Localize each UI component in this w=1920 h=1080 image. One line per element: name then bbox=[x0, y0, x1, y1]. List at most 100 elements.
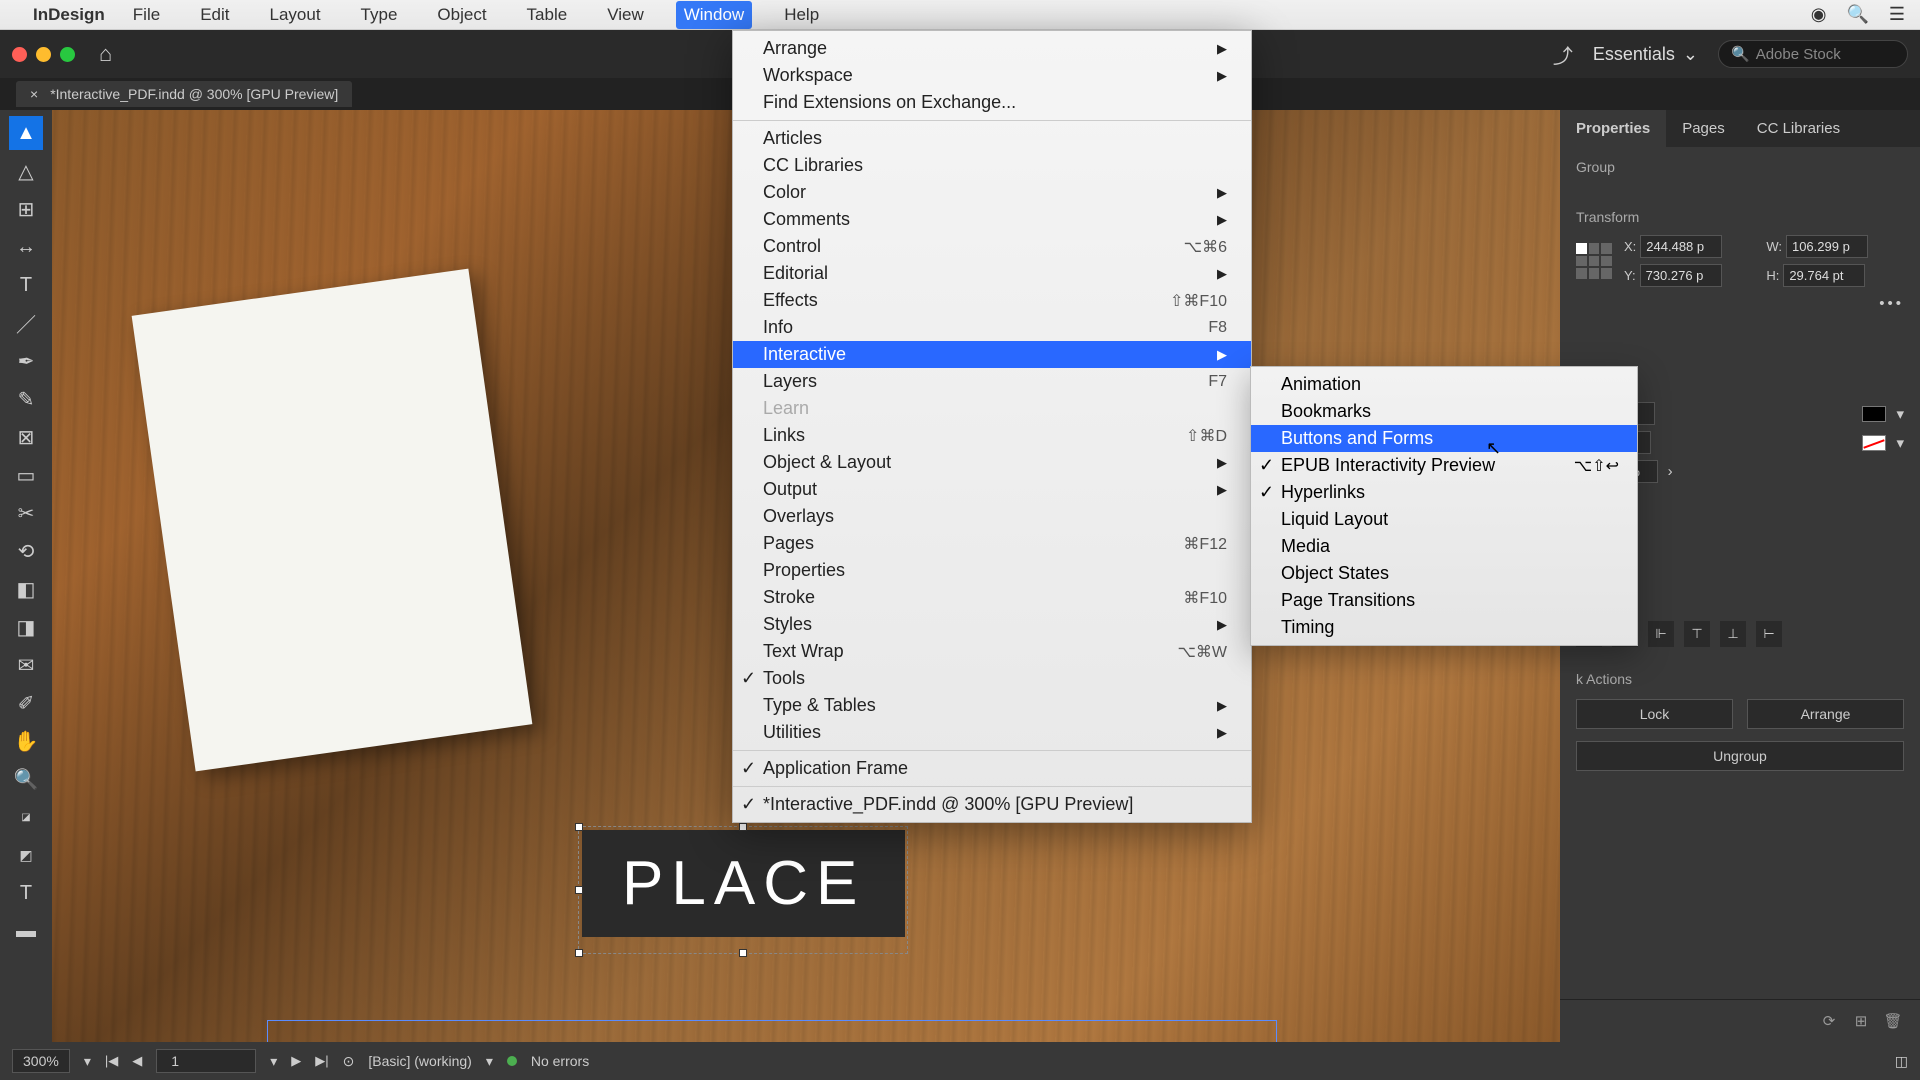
chevron-down-icon[interactable]: ▾ bbox=[84, 1053, 91, 1070]
menu-item-styles[interactable]: Styles▶ bbox=[733, 611, 1251, 638]
arrange-button[interactable]: Arrange bbox=[1747, 699, 1904, 729]
gap-tool[interactable]: ↔ bbox=[9, 230, 43, 264]
workspace-selector[interactable]: Essentials ⌄ bbox=[1593, 44, 1698, 65]
align-right[interactable]: ⊩ bbox=[1648, 621, 1674, 647]
close-window-icon[interactable] bbox=[12, 47, 27, 62]
stroke-color-swatch[interactable] bbox=[1862, 406, 1886, 422]
lock-button[interactable]: Lock bbox=[1576, 699, 1733, 729]
submenu-item-animation[interactable]: Animation bbox=[1251, 371, 1637, 398]
reference-point[interactable] bbox=[1576, 243, 1612, 279]
view-split-icon[interactable]: ◫ bbox=[1895, 1053, 1908, 1070]
menu-item-type-tables[interactable]: Type & Tables▶ bbox=[733, 692, 1251, 719]
h-field[interactable] bbox=[1783, 264, 1865, 287]
submenu-item-page-transitions[interactable]: Page Transitions bbox=[1251, 587, 1637, 614]
menu-item-control[interactable]: Control⌥⌘6 bbox=[733, 233, 1251, 260]
menu-item-tools[interactable]: ✓Tools bbox=[733, 665, 1251, 692]
menu-layout[interactable]: Layout bbox=[262, 1, 329, 29]
rectangle-tool[interactable]: ▭ bbox=[9, 458, 43, 492]
menu-item-text-wrap[interactable]: Text Wrap⌥⌘W bbox=[733, 638, 1251, 665]
scissors-tool[interactable]: ✂ bbox=[9, 496, 43, 530]
submenu-item-epub-interactivity-preview[interactable]: ✓EPUB Interactivity Preview⌥⇧↩ bbox=[1251, 452, 1637, 479]
chevron-down-icon[interactable]: ▾ bbox=[1896, 405, 1904, 423]
zoom-field[interactable]: 300% bbox=[12, 1049, 70, 1073]
menu-item-pages[interactable]: Pages⌘F12 bbox=[733, 530, 1251, 557]
page-tool[interactable]: ⊞ bbox=[9, 192, 43, 226]
apply-color[interactable]: T bbox=[9, 876, 43, 910]
menu-item--interactive-pdf-indd-300-gpu-preview-[interactable]: ✓*Interactive_PDF.indd @ 300% [GPU Previ… bbox=[733, 791, 1251, 818]
menu-item-output[interactable]: Output▶ bbox=[733, 476, 1251, 503]
menu-file[interactable]: File bbox=[125, 1, 168, 29]
menu-item-info[interactable]: InfoF8 bbox=[733, 314, 1251, 341]
gradient-feather-tool[interactable]: ◨ bbox=[9, 610, 43, 644]
submenu-item-buttons-and-forms[interactable]: Buttons and Forms bbox=[1251, 425, 1637, 452]
gradient-swatch-tool[interactable]: ◧ bbox=[9, 572, 43, 606]
pen-tool[interactable]: ✒ bbox=[9, 344, 43, 378]
share-icon[interactable]: ⤴ bbox=[1553, 40, 1573, 69]
app-name[interactable]: InDesign bbox=[33, 5, 105, 25]
page-field[interactable]: 1 bbox=[156, 1049, 256, 1073]
submenu-item-timing[interactable]: Timing bbox=[1251, 614, 1637, 641]
preflight-errors[interactable]: No errors bbox=[531, 1053, 589, 1069]
last-page-icon[interactable]: ▶| bbox=[315, 1053, 328, 1069]
tab-properties[interactable]: Properties bbox=[1560, 110, 1666, 147]
w-field[interactable] bbox=[1786, 235, 1868, 258]
menu-item-object-layout[interactable]: Object & Layout▶ bbox=[733, 449, 1251, 476]
preflight-menu-icon[interactable]: ⊙ bbox=[343, 1053, 355, 1070]
document-tab[interactable]: × *Interactive_PDF.indd @ 300% [GPU Prev… bbox=[16, 81, 352, 107]
menu-object[interactable]: Object bbox=[429, 1, 494, 29]
menu-view[interactable]: View bbox=[599, 1, 652, 29]
zoom-tool[interactable]: 🔍 bbox=[9, 762, 43, 796]
place-order-button-object[interactable]: PLACE bbox=[582, 830, 905, 937]
close-tab-icon[interactable]: × bbox=[30, 86, 38, 102]
delete-icon[interactable]: 🗑 bbox=[1882, 1010, 1904, 1032]
submenu-item-object-states[interactable]: Object States bbox=[1251, 560, 1637, 587]
corner-shape-swatch[interactable] bbox=[1862, 435, 1886, 451]
creative-cloud-icon[interactable]: ◉ bbox=[1811, 4, 1827, 25]
new-icon[interactable]: ⊞ bbox=[1850, 1010, 1872, 1032]
refresh-icon[interactable]: ⟳ bbox=[1818, 1010, 1840, 1032]
menu-item-links[interactable]: Links⇧⌘D bbox=[733, 422, 1251, 449]
hand-tool[interactable]: ✋ bbox=[9, 724, 43, 758]
minimize-window-icon[interactable] bbox=[36, 47, 51, 62]
submenu-item-media[interactable]: Media bbox=[1251, 533, 1637, 560]
spotlight-icon[interactable]: 🔍 bbox=[1846, 4, 1868, 25]
fill-stroke-swap[interactable]: ◪ bbox=[9, 800, 43, 834]
submenu-item-bookmarks[interactable]: Bookmarks bbox=[1251, 398, 1637, 425]
menu-item-application-frame[interactable]: ✓Application Frame bbox=[733, 755, 1251, 782]
zoom-window-icon[interactable] bbox=[60, 47, 75, 62]
free-transform-tool[interactable]: ⟲ bbox=[9, 534, 43, 568]
menu-item-find-extensions-on-exchange-[interactable]: Find Extensions on Exchange... bbox=[733, 89, 1251, 116]
opacity-slider-icon[interactable]: › bbox=[1668, 463, 1673, 480]
line-tool[interactable]: ／ bbox=[9, 306, 43, 340]
menu-item-color[interactable]: Color▶ bbox=[733, 179, 1251, 206]
menu-table[interactable]: Table bbox=[519, 1, 576, 29]
menu-item-overlays[interactable]: Overlays bbox=[733, 503, 1251, 530]
more-options-icon[interactable]: ••• bbox=[1879, 295, 1904, 312]
menu-item-effects[interactable]: Effects⇧⌘F10 bbox=[733, 287, 1251, 314]
stock-search[interactable]: 🔍 Adobe Stock bbox=[1718, 40, 1908, 68]
preflight-profile[interactable]: [Basic] (working) bbox=[368, 1053, 471, 1069]
menu-item-interactive[interactable]: Interactive▶ bbox=[733, 341, 1251, 368]
prev-page-icon[interactable]: ◀ bbox=[132, 1053, 142, 1069]
control-center-icon[interactable]: ☰ bbox=[1889, 4, 1905, 25]
direct-selection-tool[interactable]: △ bbox=[9, 154, 43, 188]
default-fill-stroke[interactable]: ◩ bbox=[9, 838, 43, 872]
menu-item-workspace[interactable]: Workspace▶ bbox=[733, 62, 1251, 89]
eyedropper-tool[interactable]: ✐ bbox=[9, 686, 43, 720]
menu-item-cc-libraries[interactable]: CC Libraries bbox=[733, 152, 1251, 179]
menu-help[interactable]: Help bbox=[776, 1, 827, 29]
tab-cc-libraries[interactable]: CC Libraries bbox=[1741, 110, 1856, 147]
menu-item-arrange[interactable]: Arrange▶ bbox=[733, 35, 1251, 62]
first-page-icon[interactable]: |◀ bbox=[105, 1053, 118, 1069]
next-page-icon[interactable]: ▶ bbox=[291, 1053, 301, 1069]
align-bottom[interactable]: ⊢ bbox=[1756, 621, 1782, 647]
submenu-item-liquid-layout[interactable]: Liquid Layout bbox=[1251, 506, 1637, 533]
menu-type[interactable]: Type bbox=[353, 1, 406, 29]
screen-mode[interactable]: ▬ bbox=[9, 914, 43, 948]
menu-item-properties[interactable]: Properties bbox=[733, 557, 1251, 584]
menu-item-layers[interactable]: LayersF7 bbox=[733, 368, 1251, 395]
x-field[interactable] bbox=[1640, 235, 1722, 258]
note-tool[interactable]: ✉ bbox=[9, 648, 43, 682]
chevron-down-icon[interactable]: ▾ bbox=[270, 1053, 277, 1070]
menu-edit[interactable]: Edit bbox=[192, 1, 237, 29]
